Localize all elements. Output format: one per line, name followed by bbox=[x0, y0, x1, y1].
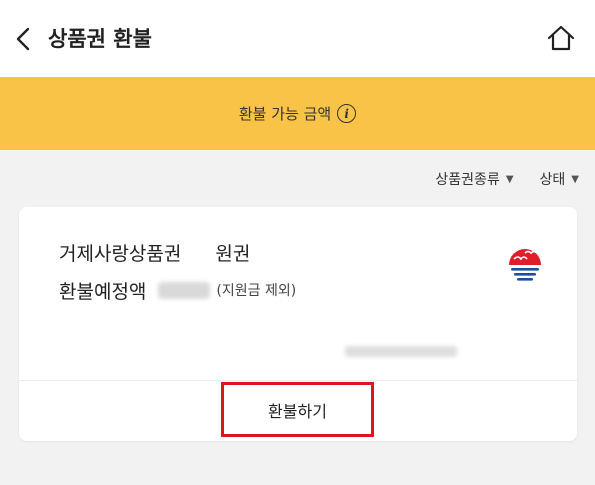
refund-amount-row: 환불예정액 (지원금 제외) bbox=[59, 277, 296, 303]
geoje-city-logo-icon bbox=[509, 249, 541, 281]
voucher-unit: 원권 bbox=[215, 243, 251, 265]
page-title: 상품권 환불 bbox=[48, 27, 152, 51]
status-filter[interactable]: 상태 ▼ bbox=[540, 168, 579, 190]
voucher-title-row: 거제사랑상품권 원권 bbox=[59, 239, 250, 265]
refund-button[interactable]: 환불하기 bbox=[221, 382, 374, 437]
caret-down-icon: ▼ bbox=[571, 173, 579, 185]
filter-bar: 상품권종류 ▼ 상태 ▼ bbox=[435, 168, 579, 190]
refundable-amount-label: 환불 가능 금액 bbox=[238, 105, 332, 123]
refund-amount-value-redacted bbox=[158, 281, 211, 299]
voucher-type-filter[interactable]: 상품권종류 ▼ bbox=[435, 168, 513, 190]
status-filter-label: 상태 bbox=[539, 172, 566, 188]
refund-amount-label: 환불예정액 bbox=[59, 280, 147, 303]
voucher-name: 거제사랑상품권 bbox=[59, 243, 182, 265]
home-button[interactable] bbox=[545, 22, 577, 54]
chevron-left-icon bbox=[16, 27, 30, 51]
subsidy-exclusion-note: (지원금 제외) bbox=[216, 283, 297, 299]
voucher-card: 거제사랑상품권 원권 환불예정액 (지원금 제외) 환불하기 bbox=[19, 207, 577, 441]
caret-down-icon: ▼ bbox=[505, 173, 514, 185]
app-header: 상품권 환불 bbox=[0, 0, 595, 77]
voucher-type-filter-label: 상품권종류 bbox=[435, 172, 500, 188]
home-icon bbox=[547, 25, 575, 51]
card-divider bbox=[19, 380, 577, 381]
refundable-amount-banner: 환불 가능 금액 i bbox=[0, 77, 595, 150]
info-icon[interactable]: i bbox=[337, 104, 357, 123]
back-button[interactable] bbox=[10, 24, 36, 54]
issue-date-redacted bbox=[345, 346, 457, 357]
